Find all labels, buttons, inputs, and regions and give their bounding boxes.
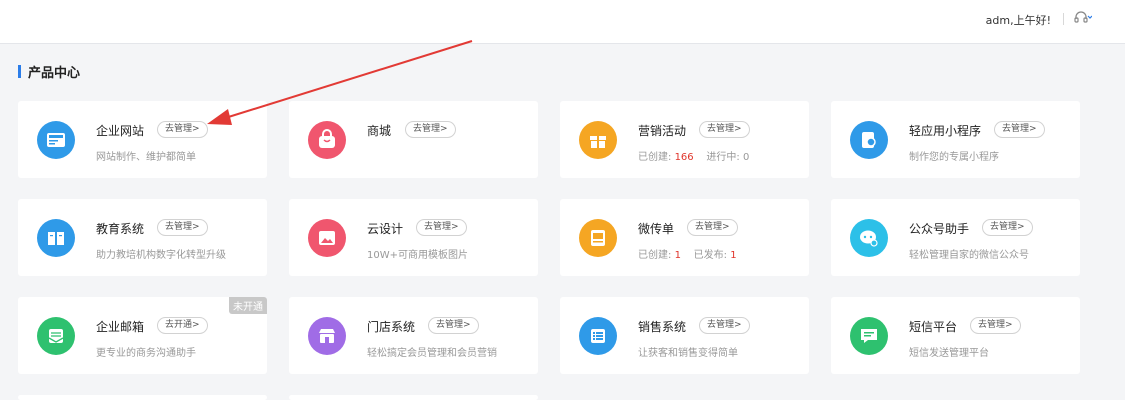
card-desc: 网站制作、维护都简单 — [96, 152, 196, 163]
product-card-education[interactable]: 教育系统 去管理> 助力教培机构数字化转型升级 — [18, 199, 267, 276]
manage-button[interactable]: 去管理> — [699, 317, 750, 334]
product-card-shop[interactable]: 商城 去管理> — [289, 101, 538, 178]
manage-button[interactable]: 去管理> — [994, 121, 1045, 138]
mail-icon — [37, 317, 75, 355]
product-card-mini-program[interactable]: 轻应用小程序 去管理> 制作您的专属小程序 — [831, 101, 1080, 178]
card-name: 云设计 — [367, 222, 404, 236]
card-name: 企业网站 — [96, 124, 145, 138]
manage-button[interactable]: 去管理> — [157, 121, 208, 138]
image-icon — [308, 219, 346, 257]
manage-button[interactable]: 去管理> — [970, 317, 1021, 334]
divider — [1063, 13, 1064, 25]
section-accent-bar — [18, 64, 21, 78]
stat-value: 1 — [674, 250, 681, 261]
stat-label: 已创建: — [638, 152, 672, 163]
product-card-wechat-assistant[interactable]: 公众号助手 去管理> 轻松管理自家的微信公众号 — [831, 199, 1080, 276]
stat-label: 已创建: — [638, 250, 672, 261]
stat-value: 166 — [674, 152, 694, 163]
product-card-flyer[interactable]: 微传单 去管理> 已创建: 1 已发布: 1 — [560, 199, 809, 276]
manage-button[interactable]: 去管理> — [416, 219, 467, 236]
card-name: 短信平台 — [909, 320, 958, 334]
card-name: 销售系统 — [638, 320, 687, 334]
not-activated-badge: 未开通 — [229, 297, 267, 314]
stat-value: 0 — [742, 152, 750, 163]
wechat-chat-icon — [850, 219, 888, 257]
card-name: 公众号助手 — [909, 222, 970, 236]
card-desc: 轻松搞定会员管理和会员营销 — [367, 348, 497, 359]
product-card-partial — [18, 395, 267, 400]
card-desc: 制作您的专属小程序 — [909, 152, 999, 163]
product-card-marketing[interactable]: 营销活动 去管理> 已创建: 166 进行中: 0 — [560, 101, 809, 178]
manage-button[interactable]: 去管理> — [699, 121, 750, 138]
section-title: 产品中心 — [18, 63, 81, 81]
card-name: 微传单 — [638, 222, 675, 236]
product-card-cloud-design[interactable]: 云设计 去管理> 10W+可商用模板图片 — [289, 199, 538, 276]
flyer-icon — [579, 219, 617, 257]
mini-program-icon — [850, 121, 888, 159]
website-icon — [37, 121, 75, 159]
product-card-website[interactable]: 企业网站 去管理> 网站制作、维护都简单 — [18, 101, 267, 178]
card-name: 教育系统 — [96, 222, 145, 236]
card-desc: 更专业的商务沟通助手 — [96, 348, 196, 359]
card-desc: 轻松管理自家的微信公众号 — [909, 250, 1029, 261]
manage-button[interactable]: 去管理> — [405, 121, 456, 138]
store-icon — [308, 317, 346, 355]
activate-button[interactable]: 去开通> — [157, 317, 208, 334]
shop-bag-icon — [308, 121, 346, 159]
manage-button[interactable]: 去管理> — [982, 219, 1033, 236]
sms-icon — [850, 317, 888, 355]
stat-value: 1 — [730, 250, 737, 261]
card-desc: 让获客和销售变得简单 — [638, 348, 738, 359]
product-card-mail[interactable]: 未开通 企业邮箱 去开通> 更专业的商务沟通助手 — [18, 297, 267, 374]
product-card-sales[interactable]: 销售系统 去管理> 让获客和销售变得简单 — [560, 297, 809, 374]
card-desc: 助力教培机构数字化转型升级 — [96, 250, 226, 261]
book-icon — [37, 219, 75, 257]
product-card-store[interactable]: 门店系统 去管理> 轻松搞定会员管理和会员营销 — [289, 297, 538, 374]
card-stats: 已创建: 1 已发布: 1 — [638, 246, 737, 261]
manage-button[interactable]: 去管理> — [687, 219, 738, 236]
card-name: 商城 — [367, 124, 392, 138]
card-desc: 短信发送管理平台 — [909, 348, 989, 359]
card-name: 门店系统 — [367, 320, 416, 334]
card-name: 轻应用小程序 — [909, 124, 982, 138]
user-greeting[interactable]: adm,上午好! — [986, 12, 1051, 28]
gift-icon — [579, 121, 617, 159]
product-card-sms[interactable]: 短信平台 去管理> 短信发送管理平台 — [831, 297, 1080, 374]
card-desc: 10W+可商用模板图片 — [367, 250, 468, 261]
stat-label: 进行中: — [706, 152, 740, 163]
section-title-text: 产品中心 — [28, 65, 81, 81]
card-name: 企业邮箱 — [96, 320, 145, 334]
list-icon — [579, 317, 617, 355]
manage-button[interactable]: 去管理> — [157, 219, 208, 236]
manage-button[interactable]: 去管理> — [428, 317, 479, 334]
top-bar: adm,上午好! — [0, 0, 1125, 44]
card-stats: 已创建: 166 进行中: 0 — [638, 148, 749, 163]
headset-icon[interactable] — [1074, 10, 1093, 26]
card-name: 营销活动 — [638, 124, 687, 138]
stat-label: 已发布: — [693, 250, 728, 261]
product-card-partial — [289, 395, 538, 400]
